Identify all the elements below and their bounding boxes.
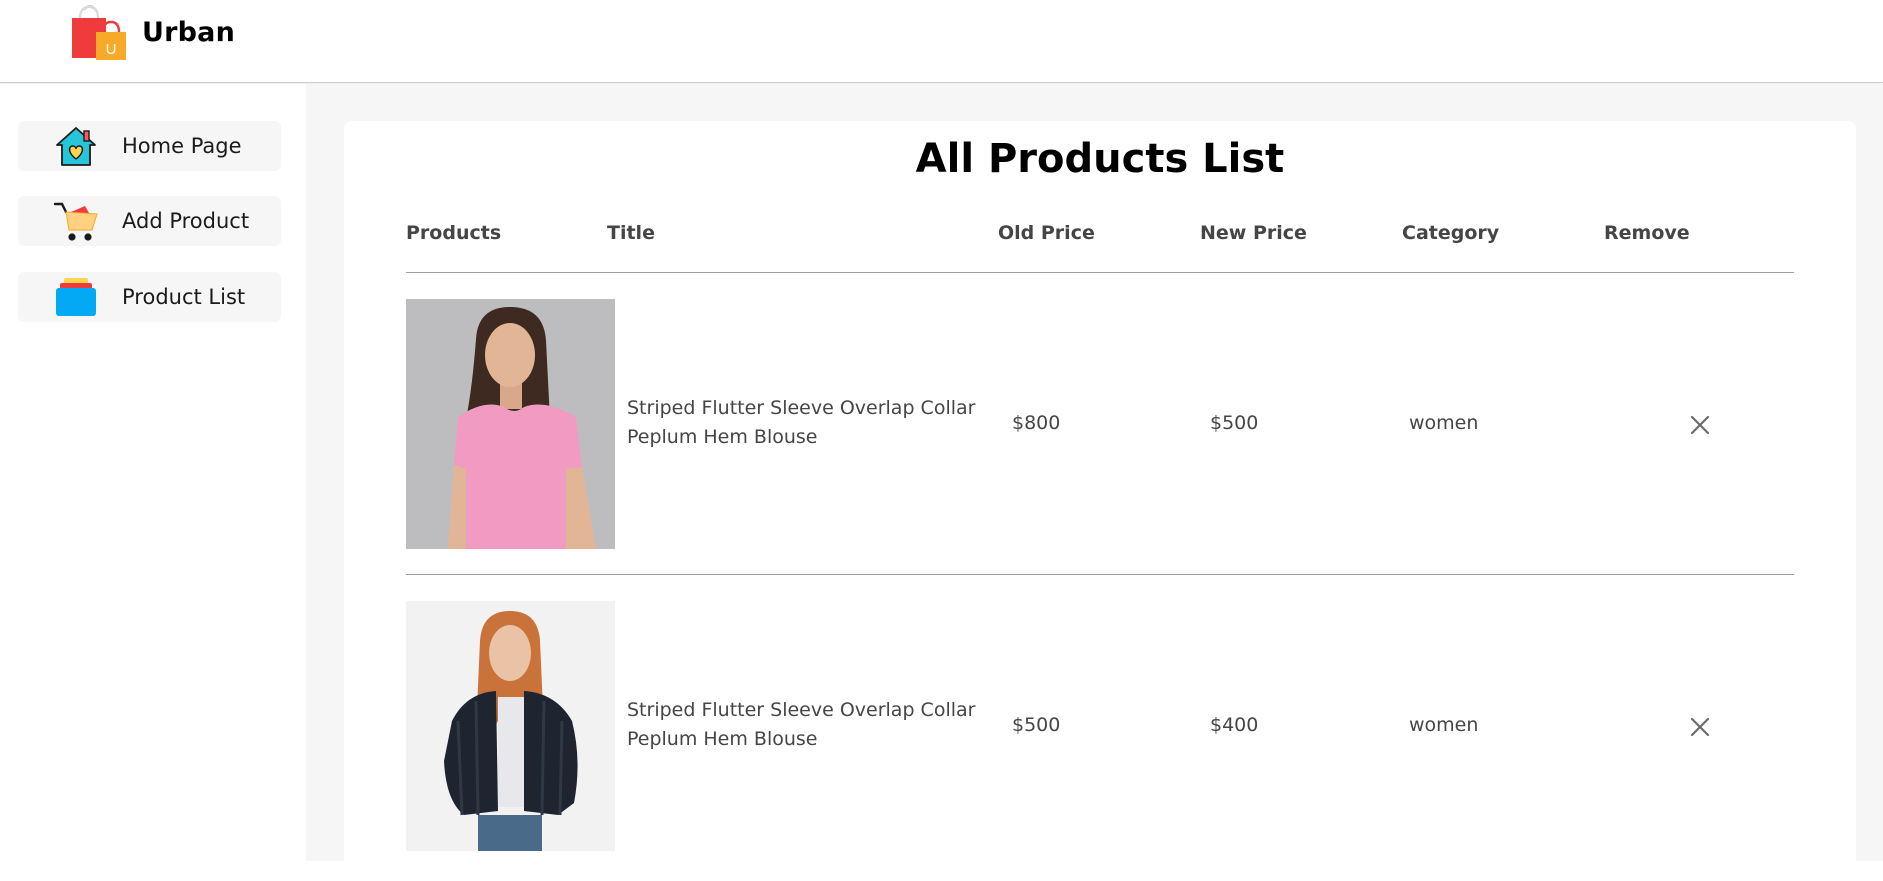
product-title: Striped Flutter Sleeve Overlap Collar Pe… — [627, 394, 987, 452]
column-header-remove: Remove — [1604, 222, 1690, 244]
column-header-new-price: New Price — [1200, 222, 1307, 244]
column-header-category: Category — [1402, 222, 1500, 244]
table-row: Striped Flutter Sleeve Overlap Collar Pe… — [0, 299, 1883, 549]
product-title-line: Peplum Hem Blouse — [627, 728, 818, 750]
category: women — [1409, 412, 1479, 434]
shopping-bags-logo-icon: U — [72, 5, 126, 60]
product-title: Striped Flutter Sleeve Overlap Collar Pe… — [627, 696, 987, 754]
top-navbar: U Urban — [0, 0, 1883, 83]
column-header-title: Title — [607, 222, 655, 244]
product-title-line: Peplum Hem Blouse — [627, 426, 818, 448]
sidebar-item-add-product[interactable]: Add Product — [18, 196, 281, 246]
new-price: $500 — [1210, 412, 1259, 434]
product-title-line: Striped Flutter Sleeve Overlap Collar — [627, 699, 976, 721]
sidebar-item-label: Home Page — [122, 134, 242, 158]
logo[interactable]: U Urban — [70, 4, 235, 60]
svg-text:U: U — [106, 41, 117, 58]
sidebar-item-home-page[interactable]: Home Page — [18, 121, 281, 171]
old-price: $500 — [1012, 714, 1061, 736]
table-row: Striped Flutter Sleeve Overlap Collar Pe… — [0, 601, 1883, 851]
new-price: $400 — [1210, 714, 1259, 736]
home-icon — [52, 124, 100, 168]
brand-name: Urban — [142, 16, 236, 48]
remove-icon[interactable] — [1689, 414, 1711, 436]
remove-icon[interactable] — [1689, 716, 1711, 738]
page-title: All Products List — [915, 136, 1285, 182]
product-title-line: Striped Flutter Sleeve Overlap Collar — [627, 397, 976, 419]
column-header-products: Products — [406, 222, 502, 244]
column-header-old-price: Old Price — [998, 222, 1095, 244]
cart-icon — [52, 199, 100, 243]
sidebar-item-label: Add Product — [122, 209, 250, 233]
divider — [406, 272, 1794, 273]
divider — [406, 574, 1794, 575]
product-image[interactable] — [406, 601, 615, 851]
category: women — [1409, 714, 1479, 736]
old-price: $800 — [1012, 412, 1061, 434]
product-image[interactable] — [406, 299, 615, 549]
